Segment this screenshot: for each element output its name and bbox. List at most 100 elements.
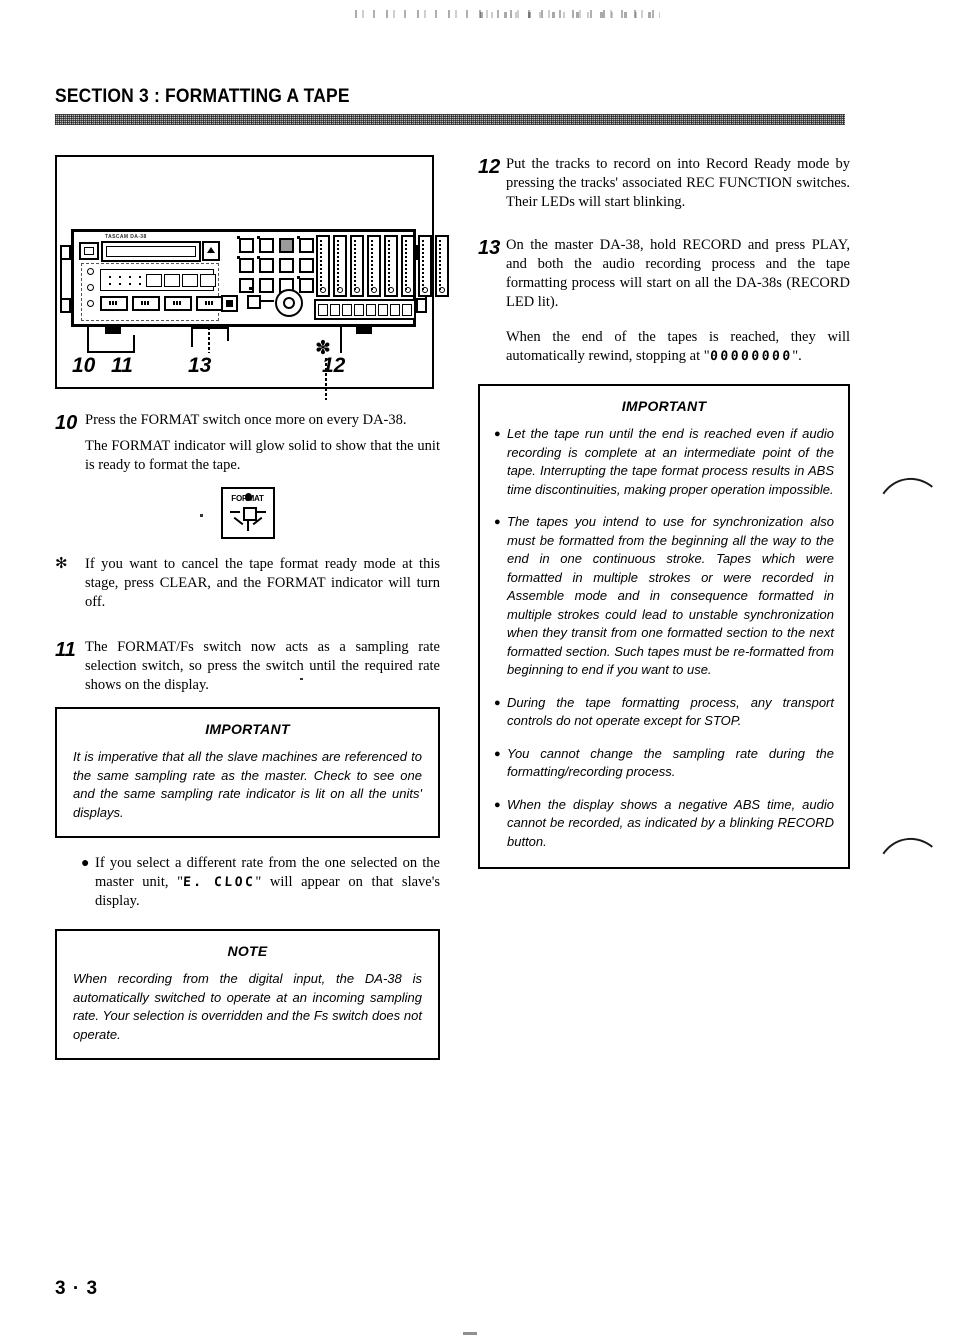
callout-bracket-13 [191, 327, 229, 329]
callout-leader-10 [87, 327, 89, 353]
callout-leader-13a [191, 327, 193, 347]
clock-error-bullet: ● If you select a different rate from th… [81, 854, 440, 911]
scan-speck [463, 1332, 477, 1335]
glow-ray-right-icon [255, 511, 266, 513]
star-marker-icon: ✻ [55, 556, 68, 572]
bullet-dot-icon: ● [494, 798, 501, 811]
important-bullet: ● When the display shows a negative ABS … [494, 796, 834, 852]
callout-bracket-10-11 [87, 351, 135, 353]
transport-buttons [100, 296, 224, 311]
note-box-title: NOTE [227, 943, 268, 959]
note-box: NOTE When recording from the digital inp… [55, 929, 440, 1060]
format-switch-icon [221, 295, 238, 312]
bullet-dot-icon: ● [494, 428, 501, 440]
device-keypad [237, 236, 296, 295]
step-12-number: 12 [478, 156, 501, 178]
rewind-display-code: 00000000 [709, 349, 793, 364]
important-bullet: ● The tapes you intend to use for synchr… [494, 513, 834, 680]
left-column: ✽ TASCAM DA-38 10 11 13 12 10 Press the … [55, 155, 449, 1076]
step-10-number: 10 [55, 412, 78, 434]
clock-error-text: If you select a different rate from the … [95, 854, 440, 911]
function-strip-buttons [146, 274, 216, 287]
rec-function-switches [314, 299, 416, 320]
device-lower-panel [81, 263, 224, 321]
step-12-text: Put the tracks to record on into Record … [506, 156, 850, 210]
power-button-icon [79, 242, 99, 260]
shuttle-mode-button-icon [247, 295, 261, 309]
glow-ray-down-icon [246, 520, 249, 531]
step-11: 11 The FORMAT/Fs switch now acts as a sa… [55, 638, 440, 695]
callout-leader-12 [340, 325, 342, 353]
shuttle-link-line [260, 300, 274, 302]
function-strip-dots [105, 274, 144, 287]
step-10-followup: The FORMAT indicator will glow solid to … [85, 438, 440, 473]
da38-device-illustration: TASCAM DA-38 [60, 229, 449, 334]
important-bullet: ● Let the tape run until the end is reac… [494, 425, 834, 499]
shuttle-wheel-icon [275, 289, 303, 317]
shuttle-led [249, 287, 252, 290]
important-bullet-text: Let the tape run until the end is reache… [507, 426, 834, 497]
important-box-right: IMPORTANT ● Let the tape run until the e… [478, 384, 850, 869]
bullet-dot-icon: ● [494, 747, 501, 760]
page-curl-artifact-lower [869, 833, 949, 885]
step-12: 12 Put the tracks to record on into Reco… [478, 155, 850, 212]
device-keypad-right [297, 236, 316, 295]
important-box-left: IMPORTANT It is imperative that all the … [55, 707, 440, 838]
important-bullet: ● You cannot change the sampling rate du… [494, 745, 834, 782]
important-bullet-text: The tapes you intend to use for synchron… [507, 514, 834, 677]
format-fs-key [279, 238, 294, 253]
important-bullet-text: During the tape formatting process, any … [507, 694, 834, 729]
step-13: 13 On the master DA-38, hold RECORD and … [478, 236, 850, 312]
callout-leader-13b [227, 327, 229, 341]
format-indicator-figure: FORMAT [55, 487, 440, 539]
step-10: 10 Press the FORMAT switch once more on … [55, 411, 440, 433]
callout-number-13: 13 [188, 354, 212, 377]
callout-leader-11 [133, 335, 135, 353]
bullet-dot-icon: ● [81, 856, 90, 871]
glow-ray-down-left-icon [233, 516, 243, 526]
step-13-text: On the master DA-38, hold RECORD and pre… [506, 237, 850, 310]
step-13-followup-after: ". [792, 348, 802, 364]
scan-artifact-top-2 [480, 12, 660, 18]
device-foot-right [356, 327, 372, 334]
important-box-left-title: IMPORTANT [205, 721, 290, 737]
cancel-note-text: If you want to cancel the tape format re… [85, 556, 440, 610]
indicator-led-column [87, 268, 94, 316]
step-13-followup: When the end of the tapes is reached, th… [506, 328, 850, 366]
clock-error-display-code: E. CLOC [182, 875, 256, 890]
important-bullet-text: When the display shows a negative ABS ti… [507, 796, 834, 849]
important-bullet: ● During the tape formatting process, an… [494, 694, 834, 731]
bullet-dot-icon: ● [494, 516, 501, 528]
callout-number-10: 10 [72, 354, 96, 377]
device-foot-left [105, 327, 121, 334]
cancel-note: ✻ If you want to cancel the tape format … [55, 555, 440, 612]
callout-number-12: 12 [322, 354, 346, 377]
format-indicator-lamp [242, 507, 257, 521]
device-figure: ✽ TASCAM DA-38 10 11 13 12 [55, 155, 449, 400]
page-number: 3 · 3 [55, 1278, 99, 1299]
channel-faders [316, 235, 449, 297]
important-box-left-text: It is imperative that all the slave mach… [73, 749, 422, 820]
format-indicator-blot [244, 493, 252, 501]
rack-ear-left [60, 245, 71, 313]
important-bullet-text: You cannot change the sampling rate duri… [507, 745, 834, 780]
section-header: SECTION 3 : FORMATTING A TAPE [55, 86, 350, 107]
important-box-right-title: IMPORTANT [621, 398, 707, 414]
callout-number-11: 11 [111, 354, 133, 377]
glow-ray-left-icon [229, 511, 240, 513]
step-11-text: The FORMAT/Fs switch now acts as a sampl… [85, 639, 440, 693]
callout-leader-13-stem [208, 327, 210, 353]
step-10-text: Press the FORMAT switch once more on eve… [85, 412, 407, 428]
format-indicator-icon: FORMAT [220, 487, 275, 539]
page-curl-artifact-upper [869, 473, 949, 525]
bullet-dot-icon: ● [494, 696, 501, 709]
note-box-text: When recording from the digital input, t… [73, 971, 422, 1042]
device-brand-label: TASCAM DA-38 [105, 233, 147, 241]
function-strip [100, 269, 216, 291]
device-display-window [101, 241, 201, 262]
step-13-number: 13 [478, 237, 501, 259]
right-column: 12 Put the tracks to record on into Reco… [478, 155, 850, 885]
eject-button-icon [202, 241, 220, 261]
header-rule [55, 114, 845, 125]
step-11-number: 11 [55, 639, 76, 661]
